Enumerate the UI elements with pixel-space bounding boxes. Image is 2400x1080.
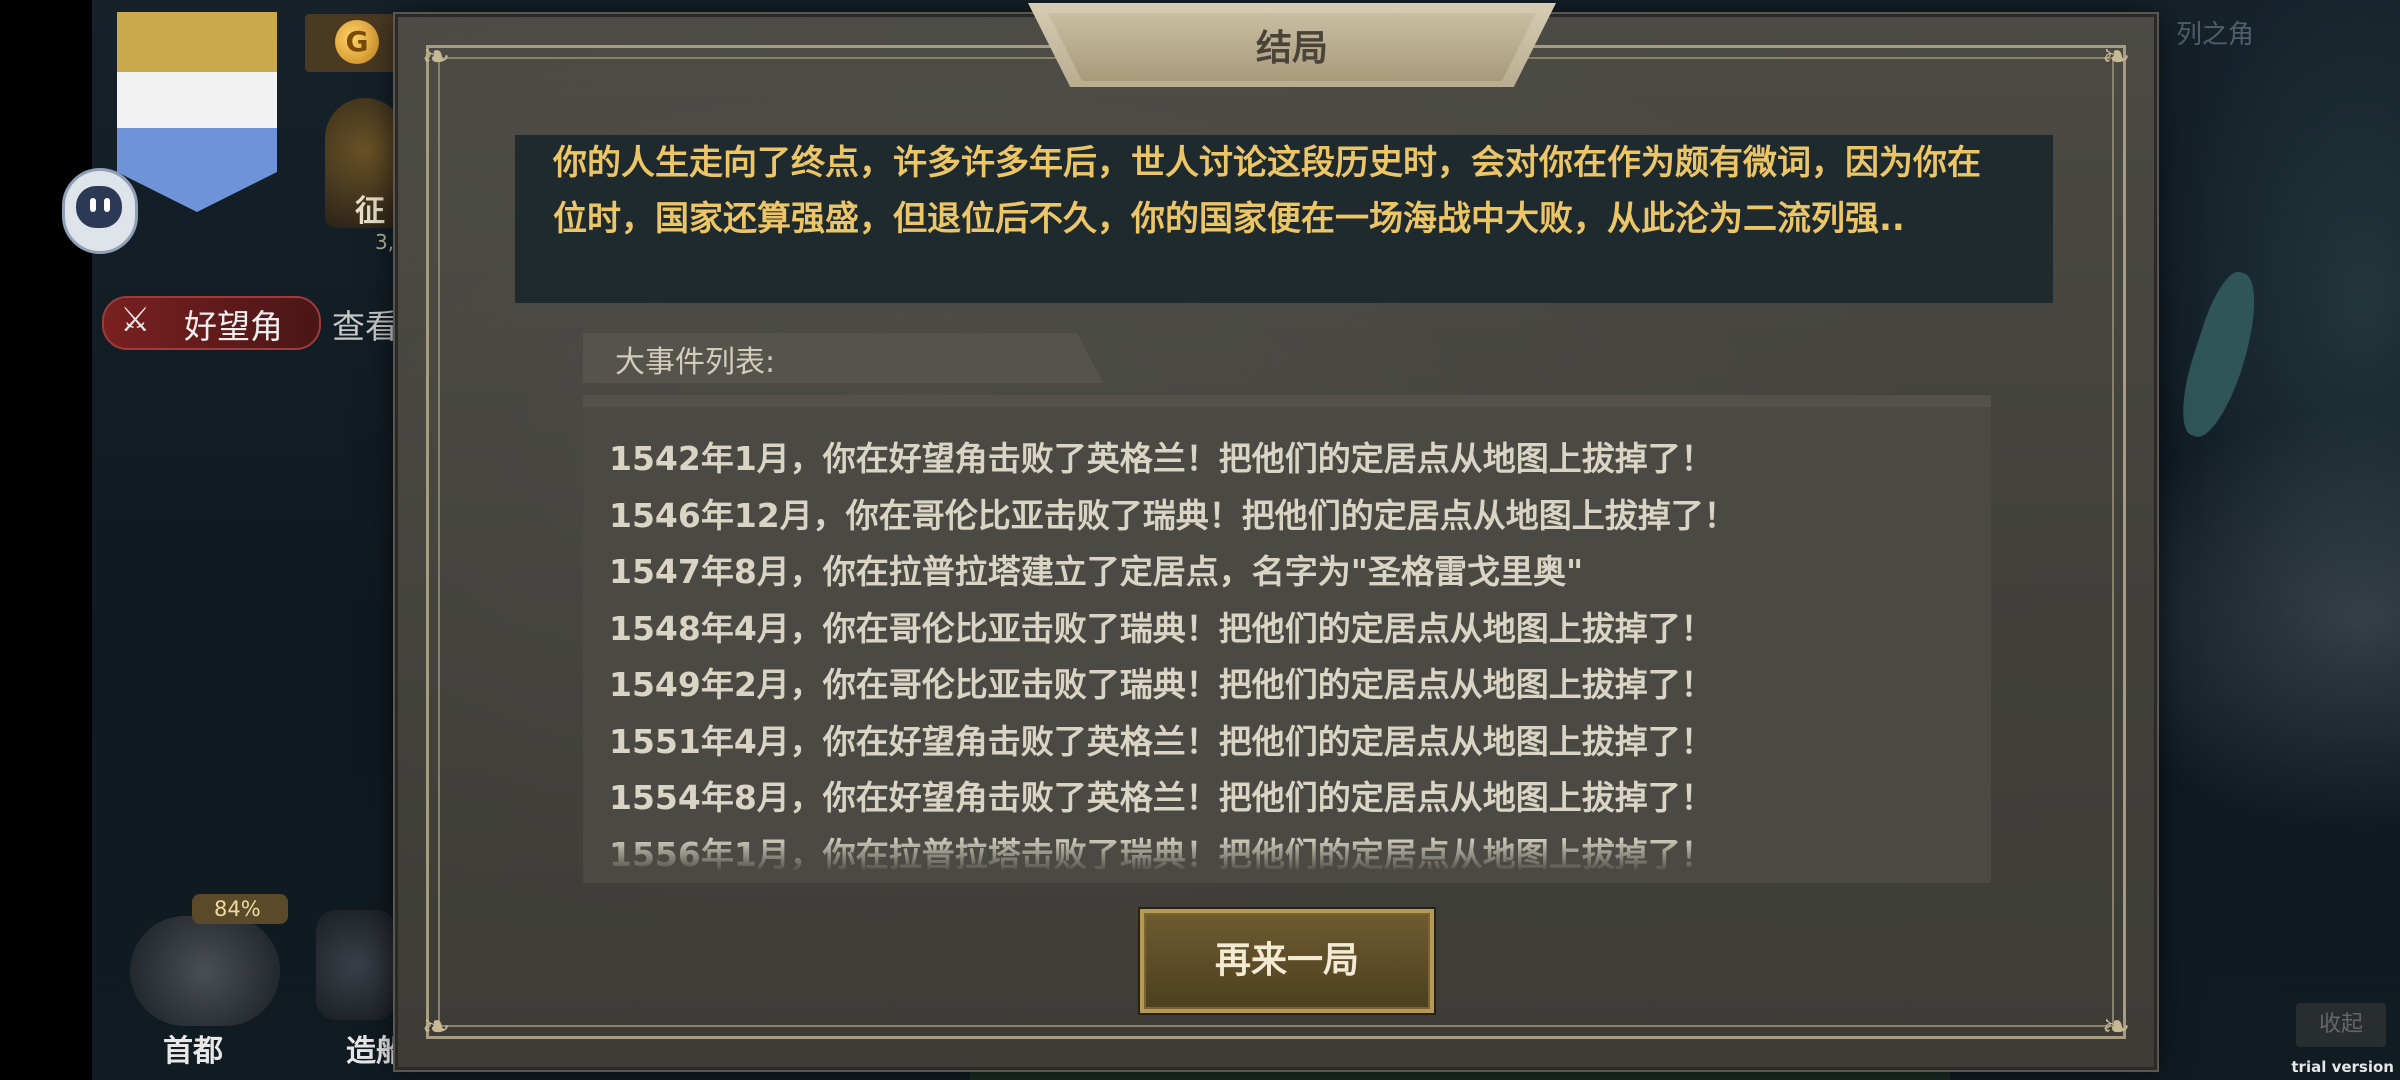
rank-label: 征 bbox=[355, 194, 385, 229]
events-list: 1542年1月，你在好望角击败了英格兰！把他们的定居点从地图上拔掉了！ 1546… bbox=[609, 431, 1981, 883]
capital-percent: 84% bbox=[214, 897, 261, 921]
assistant-face-icon bbox=[76, 186, 122, 228]
capital-label: 首都 bbox=[163, 1034, 223, 1069]
dialog-title: 结局 bbox=[1255, 28, 1328, 69]
events-header: 大事件列表: bbox=[615, 345, 776, 380]
capital-building-icon[interactable] bbox=[130, 916, 280, 1026]
collapse-button[interactable]: 收起 bbox=[2296, 1003, 2386, 1047]
rank-sub-value: 3, bbox=[375, 230, 395, 254]
corner-ornament-icon: ❧ bbox=[421, 37, 451, 77]
gold-coin-icon: G bbox=[335, 20, 379, 64]
ending-dialog: ❧ ❧ ❧ ❧ 结局 你的人生走向了终点，许多许多年后，世人讨论这段历史时，会对… bbox=[395, 3, 2157, 1070]
event-item: 1548年4月，你在哥伦比亚击败了瑞典！把他们的定居点从地图上拔掉了！ bbox=[609, 608, 1714, 648]
shipyard-crane-icon[interactable] bbox=[316, 910, 396, 1020]
event-item: 1546年12月，你在哥伦比亚击败了瑞典！把他们的定居点从地图上拔掉了！ bbox=[609, 495, 1737, 535]
replay-button[interactable]: 再来一局 bbox=[1140, 909, 1434, 1013]
assistant-eye-icon bbox=[104, 198, 110, 212]
event-item: 1542年1月，你在好望角击败了英格兰！把他们的定居点从地图上拔掉了！ bbox=[609, 439, 1714, 478]
map-region-label: 列之角 bbox=[2176, 20, 2255, 50]
corner-ornament-icon: ❧ bbox=[2101, 1007, 2131, 1047]
view-button[interactable]: 查看 bbox=[332, 300, 398, 348]
nation-flag[interactable] bbox=[117, 12, 277, 212]
corner-ornament-icon: ❧ bbox=[421, 1007, 451, 1047]
event-item: 1549年2月，你在哥伦比亚击败了瑞典！把他们的定居点从地图上拔掉了！ bbox=[609, 665, 1714, 704]
list-fade bbox=[583, 837, 1991, 883]
left-letterbox bbox=[0, 0, 92, 1080]
trial-watermark: trial version bbox=[2291, 1058, 2394, 1076]
story-text: 你的人生走向了终点，许多许多年后，世人讨论这段历史时，会对你在作为颇有微词，因为… bbox=[553, 143, 1981, 239]
location-label: 好望角 bbox=[184, 307, 283, 346]
events-scroll-list[interactable]: 1542年1月，你在好望角击败了英格兰！把他们的定居点从地图上拔掉了！ 1546… bbox=[583, 395, 1991, 883]
event-item: 1554年8月，你在好望角击败了英格兰！把他们的定居点从地图上拔掉了！ bbox=[609, 778, 1714, 817]
corner-ornament-icon: ❧ bbox=[2101, 37, 2131, 77]
crossed-swords-icon: ⚔ bbox=[120, 300, 151, 340]
event-item: 1551年4月，你在好望角击败了英格兰！把他们的定居点从地图上拔掉了！ bbox=[609, 721, 1714, 761]
event-item: 1547年8月，你在拉普拉塔建立了定居点，名字为"圣格雷戈里奥" bbox=[609, 552, 1584, 591]
assistant-eye-icon bbox=[90, 198, 96, 212]
